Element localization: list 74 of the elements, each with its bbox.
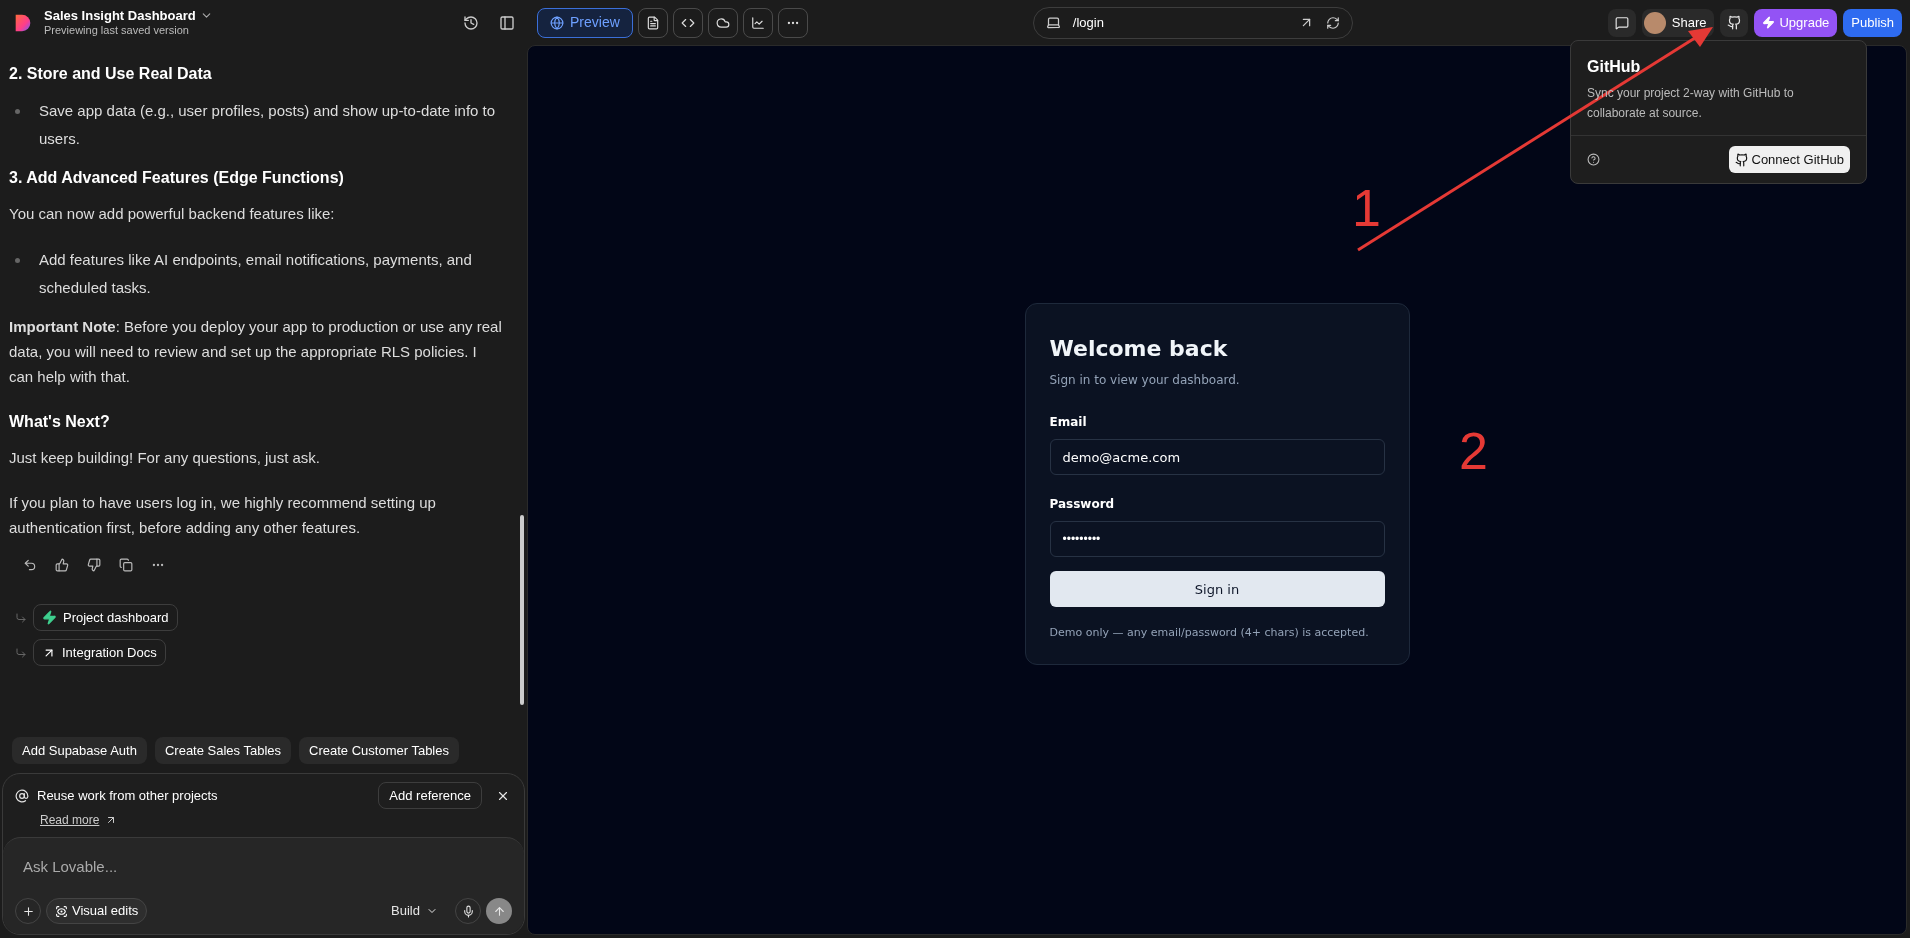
popover-title: GitHub	[1587, 57, 1642, 77]
refresh-icon[interactable]	[1325, 15, 1340, 30]
project-title[interactable]: Sales Insight Dashboard	[44, 7, 196, 24]
file-icon	[645, 15, 660, 30]
password-field[interactable]: •••••••••	[1049, 521, 1385, 558]
login-subtitle: Sign in to view your dashboard.	[1049, 372, 1241, 390]
sign-in-button[interactable]: Sign in	[1049, 571, 1385, 608]
thumbs-up-icon[interactable]	[55, 558, 69, 572]
code-button[interactable]	[672, 7, 703, 38]
section-heading: 3. Add Advanced Features (Edge Functions)	[9, 168, 345, 188]
connect-github-button[interactable]: Connect GitHub	[1728, 146, 1850, 173]
thumbs-down-icon[interactable]	[87, 558, 101, 572]
publish-button[interactable]: Publish	[1843, 8, 1902, 37]
email-label: Email	[1049, 414, 1088, 432]
sidebar-toggle-icon[interactable]	[499, 14, 515, 31]
password-label: Password	[1049, 496, 1116, 514]
github-icon	[1734, 152, 1749, 167]
cloud-icon	[715, 15, 730, 30]
globe-icon	[550, 15, 564, 30]
avatar	[1643, 11, 1666, 34]
help-icon[interactable]	[1587, 153, 1600, 166]
bolt-icon	[1762, 16, 1776, 29]
chat-paragraph: If you plan to have users log in, we highly recommend setting up authentication first, before adding any other features.	[9, 493, 437, 538]
annotation-number: 1	[1352, 182, 1381, 234]
prompt-box[interactable]: Ask Lovable... Visual edits Build	[3, 837, 524, 934]
project-subtitle: Previewing last saved version	[44, 23, 190, 38]
email-field[interactable]: demo@acme.com	[1049, 439, 1385, 476]
reference-tip-text: Reuse work from other projects	[37, 786, 219, 805]
corner-icon	[15, 611, 27, 624]
github-icon	[1727, 15, 1742, 30]
chart-button[interactable]	[742, 7, 773, 38]
add-reference-button[interactable]: Add reference	[378, 782, 482, 809]
action-link[interactable]: Integration Docs	[33, 639, 166, 666]
annotation-number: 2	[1459, 425, 1488, 477]
visual-edit-icon	[55, 904, 68, 918]
url-text[interactable]: /login	[1072, 12, 1287, 33]
mode-dropdown[interactable]: Build	[391, 901, 438, 921]
github-button[interactable]	[1720, 8, 1749, 37]
suggestion-chip[interactable]: Add Supabase Auth	[12, 737, 147, 764]
bullet-text: Add features like AI endpoints, email notifications, payments, and scheduled tasks.	[39, 250, 473, 298]
arrow-up-icon	[492, 904, 506, 918]
undo-icon[interactable]	[23, 558, 37, 572]
visual-edits-button[interactable]: Visual edits	[46, 898, 148, 924]
chat-paragraph: You can now add powerful backend features like:	[9, 204, 336, 224]
bolt-icon	[42, 610, 57, 625]
section-heading: 2. Store and Use Real Data	[9, 64, 213, 84]
suggestion-chip[interactable]: Create Customer Tables	[299, 737, 459, 764]
preview-tab[interactable]: Preview	[537, 7, 633, 38]
chat-bubble-icon	[1614, 15, 1629, 30]
line-chart-icon	[750, 15, 765, 30]
bullet-text: Save app data (e.g., user profiles, posts) and show up-to-date info to users.	[39, 101, 497, 149]
section-heading: What's Next?	[9, 412, 111, 432]
history-icon[interactable]	[463, 14, 479, 31]
laptop-icon	[1045, 15, 1061, 30]
at-sign-icon	[15, 788, 29, 803]
demo-note: Demo only — any email/password (4+ chars) is accepted.	[1049, 625, 1370, 642]
copy-icon[interactable]	[119, 558, 133, 572]
action-link[interactable]: Project dashboard	[33, 604, 178, 631]
cloud-button[interactable]	[707, 7, 738, 38]
share-button[interactable]: Share	[1641, 8, 1715, 37]
plus-icon	[21, 904, 35, 918]
suggestion-chip[interactable]: Create Sales Tables	[154, 737, 292, 764]
chat-paragraph: Just keep building! For any questions, just ask.	[9, 448, 321, 468]
file-icon-button[interactable]	[637, 7, 668, 38]
corner-icon	[15, 646, 27, 659]
chat-paragraph: Important Note: Before you deploy your app to production or use any real data, you will need to review and set up the appropriate RLS policies. I can help with that.	[9, 317, 503, 387]
send-button[interactable]	[486, 898, 512, 924]
read-more-link[interactable]: Read more	[40, 811, 100, 829]
upgrade-button[interactable]: Upgrade	[1754, 8, 1838, 37]
prompt-input[interactable]: Ask Lovable...	[15, 848, 512, 879]
microphone-icon	[461, 904, 475, 918]
login-title: Welcome back	[1049, 335, 1229, 364]
scrollbar[interactable]	[520, 515, 524, 705]
comments-button[interactable]	[1607, 8, 1636, 37]
